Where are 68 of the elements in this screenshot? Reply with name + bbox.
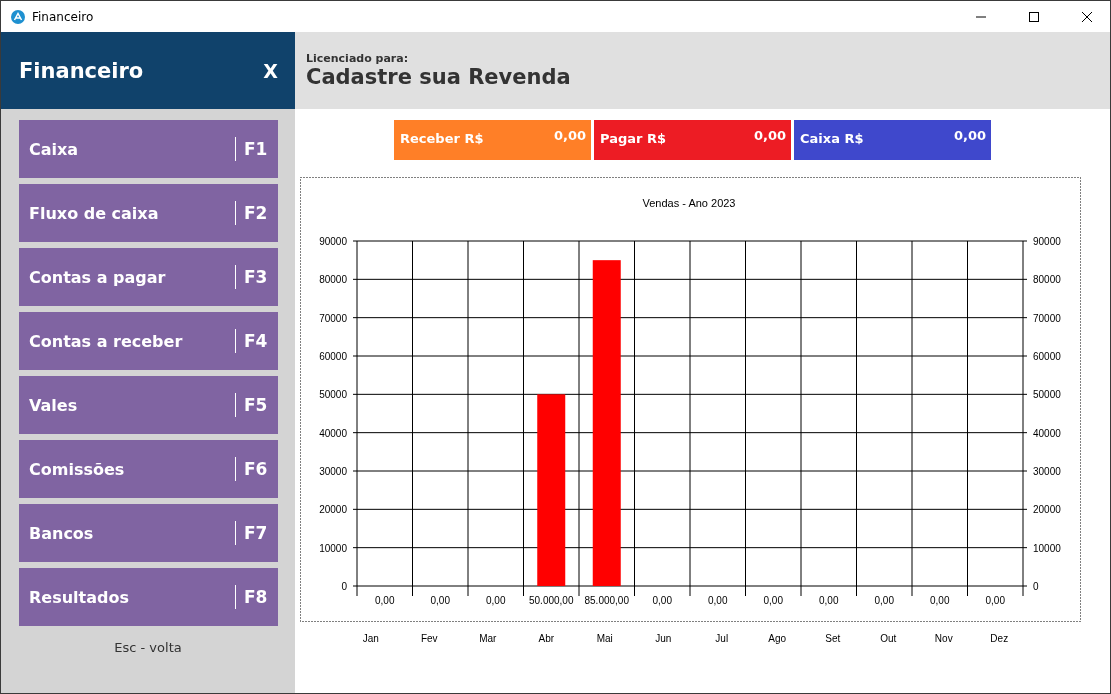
axis-tick-label: 20000 [319, 504, 347, 516]
value-label: 0,00 [375, 595, 395, 606]
total-label: Pagar R$ [600, 131, 667, 146]
value-label: 0,00 [652, 595, 672, 606]
menu-button[interactable]: Bancos F7 [19, 504, 278, 562]
axis-tick-label: 70000 [319, 312, 347, 324]
month-label: Dez [990, 633, 1009, 644]
axis-tick-label: 80000 [1033, 274, 1061, 286]
window-title: Financeiro [32, 9, 95, 24]
month-label: Set [825, 633, 841, 644]
month-label: Mar [479, 633, 497, 644]
month-label: Abr [538, 633, 555, 644]
chart-title: Vendas - Ano 2023 [642, 197, 736, 209]
axis-tick-label: 10000 [319, 542, 347, 554]
month-label: Out [880, 633, 897, 644]
month-label: Mai [596, 633, 613, 644]
axis-tick-label: 90000 [1033, 236, 1061, 247]
axis-tick-label: 80000 [319, 274, 347, 286]
axis-tick-label: 0 [341, 581, 347, 592]
value-label: 0,00 [930, 595, 950, 606]
menu-button[interactable]: Contas a receber F4 [19, 312, 278, 370]
axis-tick-label: 60000 [319, 351, 347, 362]
total-label: Receber R$ [400, 131, 484, 146]
menu-button[interactable]: Fluxo de caixa F2 [19, 184, 278, 242]
total-label: Caixa R$ [800, 131, 864, 146]
value-label: 0,00 [763, 595, 783, 606]
close-icon [1082, 11, 1092, 22]
month-label: Jul [715, 633, 729, 644]
menu-button[interactable]: Caixa F1 [19, 120, 278, 178]
axis-tick-label: 90000 [319, 236, 347, 247]
axis-tick-label: 0 [1033, 581, 1039, 592]
license-caption: Licenciado para: [306, 52, 410, 65]
value-label: 85.000,00 [584, 595, 629, 606]
month-label: Jan [362, 633, 379, 644]
total-value: 0,00 [753, 128, 786, 143]
month-label: Jun [655, 633, 672, 644]
total-value: 0,00 [553, 128, 586, 143]
value-label: 0,00 [985, 595, 1005, 606]
month-label: Fev [420, 633, 438, 644]
month-label: Ago [768, 633, 787, 644]
axis-tick-label: 50000 [1033, 389, 1061, 401]
value-label: 0,00 [874, 595, 894, 606]
menu-button[interactable]: Comissões F6 [19, 440, 278, 498]
maximize-icon [1029, 11, 1039, 22]
footer-hint: Esc - volta [113, 640, 183, 655]
axis-tick-label: 60000 [1033, 351, 1061, 362]
axis-tick-label: 70000 [1033, 312, 1061, 324]
license-name: Cadastre sua Revenda [306, 65, 572, 89]
app-logo-icon [11, 9, 25, 24]
value-label: 0,00 [486, 595, 506, 606]
total-value: 0,00 [953, 128, 986, 143]
axis-tick-label: 50000 [319, 389, 347, 401]
menu-button[interactable]: Resultados F8 [19, 568, 278, 626]
value-label: 0,00 [819, 595, 839, 606]
menu-button[interactable]: Vales F5 [19, 376, 278, 434]
value-label: 0,00 [708, 595, 728, 606]
axis-tick-label: 30000 [319, 466, 347, 477]
axis-tick-label: 30000 [1033, 466, 1061, 477]
value-label: 0,00 [430, 595, 450, 606]
axis-tick-label: 40000 [319, 427, 347, 439]
axis-tick-label: 10000 [1033, 542, 1061, 554]
axis-tick-label: 20000 [1033, 504, 1061, 516]
menu-button[interactable]: Contas a pagar F3 [19, 248, 278, 306]
axis-tick-label: 40000 [1033, 427, 1061, 439]
sidebar-title: Financeiro [19, 58, 144, 83]
close-sidebar-button[interactable]: X [263, 59, 278, 82]
month-label: Nov [934, 633, 953, 644]
value-label: 50.000,00 [529, 595, 574, 606]
